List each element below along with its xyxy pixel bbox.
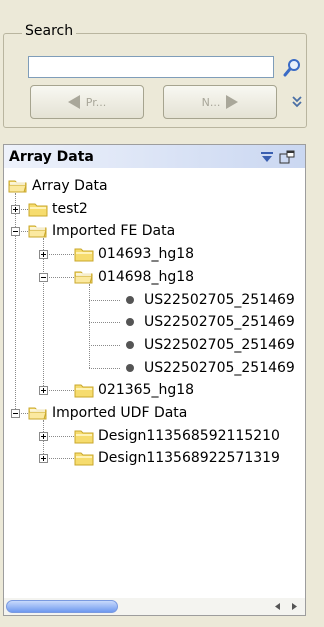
array-data-panel: Array Data Array Data test2 Imported FE Da… — [3, 144, 306, 616]
array-item-icon — [126, 340, 134, 349]
horizontal-scrollbar[interactable] — [4, 598, 305, 615]
open-folder-icon — [28, 407, 47, 420]
collapse-icon[interactable] — [11, 409, 20, 418]
search-input[interactable] — [28, 56, 274, 78]
tree-node[interactable]: Imported FE Data — [28, 220, 175, 242]
tree-node-label: Design113568922571319 — [98, 450, 280, 467]
folder-icon — [74, 384, 94, 398]
tree-node[interactable]: 014698_hg18 — [74, 266, 194, 288]
tree-node-label: US22502705_251469 — [144, 291, 295, 308]
tree-leaf-item[interactable]: US22502705_251469 — [120, 357, 295, 379]
tree-connector — [89, 367, 120, 369]
collapse-icon[interactable] — [39, 272, 48, 282]
folder-icon — [74, 430, 94, 444]
tree-node[interactable]: 021365_hg18 — [74, 379, 194, 401]
tree-node[interactable]: Imported UDF Data — [28, 402, 187, 424]
tree-node-label: Array Data — [32, 178, 108, 194]
scrollbar-thumb[interactable] — [6, 600, 118, 613]
next-label: N... — [201, 95, 221, 109]
expand-icon[interactable] — [11, 204, 20, 214]
expand-icon[interactable] — [39, 431, 48, 441]
tree-guide-line — [89, 283, 90, 368]
tree-leaf-item[interactable]: US22502705_251469 — [120, 311, 295, 333]
expand-icon[interactable] — [39, 250, 48, 260]
collapse-icon[interactable] — [11, 227, 20, 237]
tree-node[interactable]: Design113568922571319 — [74, 447, 280, 469]
tree-node-label: Design113568592115210 — [98, 427, 280, 444]
tree-connector — [89, 299, 120, 301]
next-result-button[interactable]: N... — [163, 85, 277, 119]
expand-icon[interactable] — [39, 386, 48, 396]
folder-icon — [74, 452, 94, 466]
tree-node[interactable]: Design113568592115210 — [74, 425, 280, 447]
panel-title: Array Data — [9, 149, 94, 165]
tree-leaf-item[interactable]: US22502705_251469 — [120, 289, 295, 311]
array-item-icon — [126, 318, 134, 327]
open-folder-icon — [28, 225, 47, 238]
open-folder-icon — [74, 271, 93, 284]
tree-node[interactable]: Array Data — [8, 175, 108, 197]
expand-icon[interactable] — [39, 454, 48, 464]
tree-node-label: US22502705_251469 — [144, 314, 295, 331]
folder-icon — [74, 248, 94, 262]
search-icon[interactable] — [282, 56, 304, 78]
pin-down-icon[interactable] — [260, 151, 274, 163]
tree-node-label: US22502705_251469 — [144, 336, 295, 353]
array-item-icon — [126, 295, 134, 304]
folder-icon — [28, 203, 48, 217]
double-chevron-down-icon[interactable] — [290, 95, 304, 109]
tree-leaf-item[interactable]: US22502705_251469 — [120, 334, 295, 356]
tree-connector — [89, 322, 120, 324]
tree-node-label: test2 — [52, 200, 88, 217]
tree-node-label: Imported UDF Data — [52, 405, 188, 421]
scroll-right-icon[interactable] — [287, 600, 301, 613]
scroll-left-icon[interactable] — [271, 600, 285, 613]
tree-node[interactable]: 014693_hg18 — [74, 243, 194, 265]
tree-guide-line — [15, 193, 16, 413]
array-item-icon — [126, 363, 134, 372]
previous-label: Pr... — [85, 95, 107, 109]
open-folder-icon — [8, 180, 27, 193]
tree-guide-line — [43, 238, 44, 391]
tree-node-label: 021365_hg18 — [98, 382, 195, 399]
float-window-icon[interactable] — [279, 150, 295, 164]
tree-node-label: 014693_hg18 — [98, 246, 195, 263]
previous-result-button[interactable]: Pr... — [30, 85, 144, 119]
panel-header: Array Data — [4, 145, 305, 168]
tree-node-label: US22502705_251469 — [144, 359, 295, 376]
tree-connector — [89, 344, 120, 346]
tree-node[interactable]: test2 — [28, 198, 88, 220]
tree-node-label: 014698_hg18 — [98, 268, 195, 285]
right-triangle-icon — [226, 95, 239, 109]
search-legend: Search — [22, 22, 77, 40]
left-triangle-icon — [67, 95, 80, 109]
tree-node-label: Imported FE Data — [52, 223, 176, 240]
